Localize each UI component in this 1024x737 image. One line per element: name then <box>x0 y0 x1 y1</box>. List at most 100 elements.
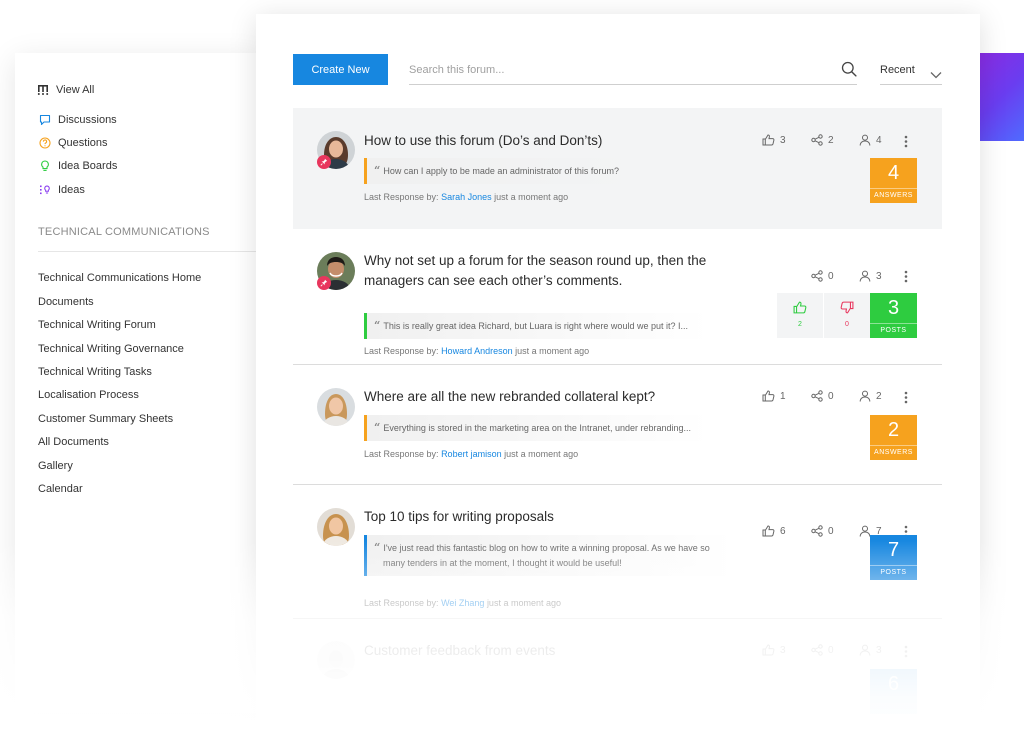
avatar <box>317 388 355 426</box>
share-count-value: 0 <box>828 270 834 282</box>
follower-count-value: 3 <box>876 270 882 282</box>
share-count-value: 0 <box>828 390 834 402</box>
user-icon <box>859 644 871 656</box>
last-response: Last Response by: Sarah Jones just a mom… <box>364 192 568 202</box>
more-options-icon[interactable] <box>904 135 908 148</box>
share-count[interactable]: 0 <box>811 390 859 402</box>
like-count[interactable]: 3 <box>762 134 811 146</box>
decorative-accent-block <box>978 53 1024 141</box>
share-count[interactable]: 0 <box>811 270 859 282</box>
chat-bubble-icon <box>39 114 51 126</box>
sidebar-item-label: Ideas <box>58 184 85 196</box>
user-link[interactable]: Howard Andreson <box>441 346 513 356</box>
sidebar-link-localisation-process[interactable]: Localisation Process <box>38 389 139 401</box>
latest-reply-quote: “I've just read this fantastic blog on h… <box>364 535 734 576</box>
user-link[interactable]: Sarah Jones <box>441 192 492 202</box>
sidebar-link-customer-summary-sheets[interactable]: Customer Summary Sheets <box>38 413 173 425</box>
follower-count-value: 2 <box>876 390 882 402</box>
sidebar-item-label: Idea Boards <box>58 160 118 172</box>
pin-icon <box>317 276 331 290</box>
more-options-icon[interactable] <box>904 270 908 283</box>
sidebar-item-discussions[interactable]: Discussions <box>15 113 117 127</box>
like-count[interactable]: 1 <box>762 390 811 402</box>
quote-icon: “ <box>374 319 381 332</box>
thumbs-up-icon <box>762 644 775 656</box>
thread-row[interactable]: Why not set up a forum for the season ro… <box>293 229 942 364</box>
share-icon <box>811 134 823 146</box>
sidebar-link-technical-communications-home[interactable]: Technical Communications Home <box>38 272 201 284</box>
thumbs-up-icon <box>762 525 775 537</box>
user-icon <box>859 270 871 282</box>
sort-dropdown[interactable]: Recent <box>880 56 942 85</box>
thread-row[interactable]: Top 10 tips for writing proposals “I've … <box>293 485 942 618</box>
thread-title[interactable]: How to use this forum (Do’s and Don’ts) <box>364 131 754 151</box>
like-count[interactable]: 6 <box>762 525 811 537</box>
answer-count: 2 <box>887 419 900 441</box>
sidebar-link-calendar[interactable]: Calendar <box>38 483 83 495</box>
follower-count[interactable]: 4 <box>859 134 882 146</box>
quote-text-line: many tenders in at the moment, I thought… <box>383 558 622 568</box>
grid-tree-icon <box>37 84 49 96</box>
quote-text: How can I apply to be made an administra… <box>383 166 619 176</box>
sidebar-link-technical-writing-governance[interactable]: Technical Writing Governance <box>38 343 184 355</box>
more-options-icon[interactable] <box>904 645 908 658</box>
sidebar-link-documents[interactable]: Documents <box>38 296 94 308</box>
thread-title[interactable]: Top 10 tips for writing proposals <box>364 507 754 527</box>
upvote-button[interactable]: 2 <box>777 293 823 338</box>
post-count: 3 <box>887 297 900 319</box>
search-input[interactable] <box>409 56 829 84</box>
user-link[interactable]: Robert jamison <box>441 449 502 459</box>
post-count: 6 <box>887 673 900 695</box>
share-icon <box>811 644 823 656</box>
thread-title[interactable]: Customer feedback from events <box>364 641 754 661</box>
thread-row[interactable]: Customer feedback from events 3 0 3 6 <box>293 619 942 737</box>
sort-label: Recent <box>880 64 915 76</box>
search-bar <box>409 56 857 85</box>
quote-text-line: “I've just read this fantastic blog on h… <box>374 541 710 554</box>
downvote-button[interactable]: 0 <box>824 293 870 338</box>
user-link[interactable]: Wei Zhang <box>441 598 484 608</box>
share-icon <box>811 270 823 282</box>
thread-stats: 0 3 <box>811 270 882 282</box>
like-count[interactable]: 3 <box>762 644 811 656</box>
thread-row[interactable]: Where are all the new rebranded collater… <box>293 365 942 484</box>
share-count[interactable]: 0 <box>811 525 859 537</box>
sidebar-link-all-documents[interactable]: All Documents <box>38 436 109 448</box>
create-new-button[interactable]: Create New <box>293 54 388 85</box>
sidebar-item-ideas[interactable]: Ideas <box>15 183 85 197</box>
lightbulb-icon <box>39 160 51 172</box>
thread-title[interactable]: Why not set up a forum for the season ro… <box>364 251 754 291</box>
share-count[interactable]: 2 <box>811 134 859 146</box>
answer-count-label: ANSWERS <box>870 188 917 203</box>
post-count-badge: 6 <box>870 669 917 714</box>
share-count[interactable]: 0 <box>811 644 859 656</box>
sidebar-link-technical-writing-tasks[interactable]: Technical Writing Tasks <box>38 366 152 378</box>
follower-count[interactable]: 3 <box>859 644 882 656</box>
follower-count[interactable]: 2 <box>859 390 882 402</box>
like-count-value: 3 <box>780 134 786 146</box>
sidebar-link-gallery[interactable]: Gallery <box>38 460 73 472</box>
upvote-count: 2 <box>798 321 802 328</box>
downvote-count: 0 <box>845 321 849 328</box>
divider <box>38 251 256 252</box>
thread-stats: 6 0 7 <box>762 525 882 537</box>
thread-title[interactable]: Where are all the new rebranded collater… <box>364 387 754 407</box>
last-response-label: Last Response by: <box>364 192 439 202</box>
sidebar-link-technical-writing-forum[interactable]: Technical Writing Forum <box>38 319 156 331</box>
post-count-badge: 7 POSTS <box>870 535 917 580</box>
sidebar-item-view-all[interactable]: View All <box>15 76 261 103</box>
follower-count[interactable]: 3 <box>859 270 882 282</box>
last-response-label: Last Response by: <box>364 346 439 356</box>
more-options-icon[interactable] <box>904 391 908 404</box>
thread-row[interactable]: How to use this forum (Do’s and Don’ts) … <box>293 108 942 229</box>
quote-text: Everything is stored in the marketing ar… <box>383 423 692 433</box>
share-count-value: 0 <box>828 644 834 656</box>
last-response-label: Last Response by: <box>364 598 439 608</box>
search-icon[interactable] <box>841 61 857 77</box>
pin-icon <box>317 155 331 169</box>
sidebar-item-questions[interactable]: Questions <box>15 136 108 150</box>
question-circle-icon <box>39 137 51 149</box>
sidebar-item-idea-boards[interactable]: Idea Boards <box>15 159 117 173</box>
user-icon <box>859 134 871 146</box>
like-count-value: 3 <box>780 644 786 656</box>
